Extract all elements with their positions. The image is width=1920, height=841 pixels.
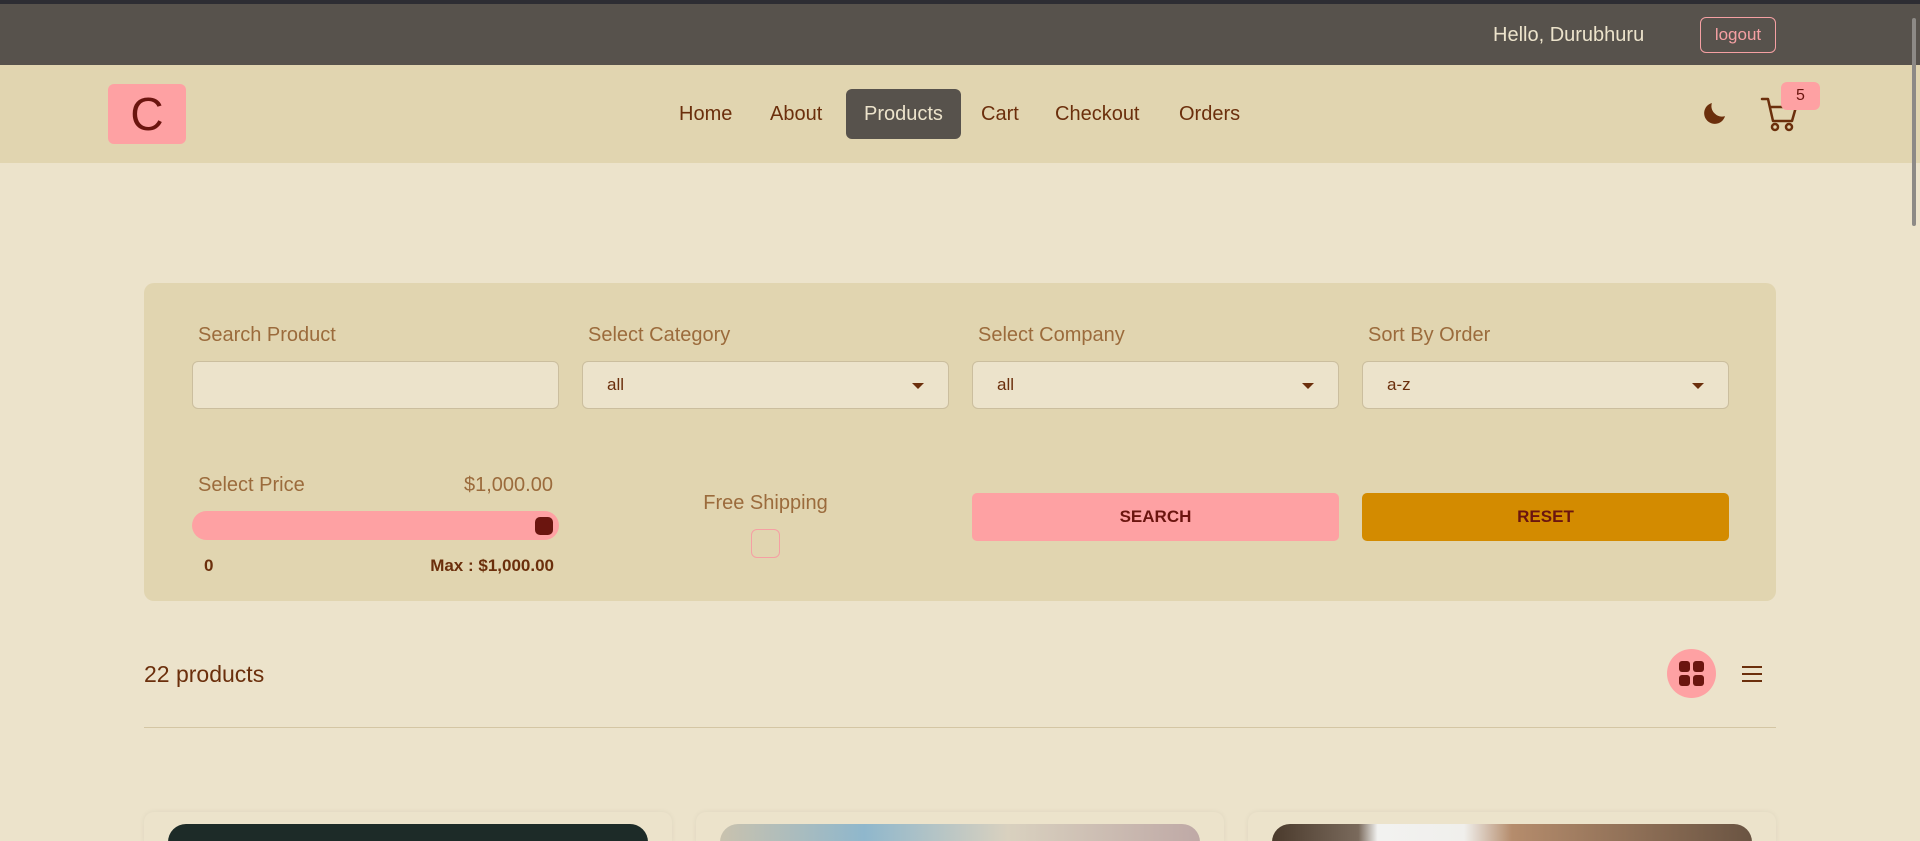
user-greeting: Hello, Durubhuru [1493, 24, 1645, 46]
category-select-value: all [607, 375, 625, 394]
product-image [168, 824, 648, 841]
price-range-thumb[interactable] [535, 517, 553, 535]
logout-button[interactable]: logout [1700, 17, 1776, 53]
search-product-label: Search Product [198, 324, 336, 346]
logo[interactable]: C [108, 84, 186, 144]
price-max-label: Max : $1,000.00 [430, 556, 554, 575]
navbar: C Home About Products Cart Checkout Orde… [0, 65, 1920, 163]
nav-orders[interactable]: Orders [1161, 89, 1258, 139]
product-card[interactable] [1248, 812, 1776, 841]
filters-form: Search Product Select Category all Selec… [144, 283, 1776, 601]
nav-checkout[interactable]: Checkout [1037, 89, 1158, 139]
chevron-down-icon [912, 383, 924, 389]
divider [144, 727, 1776, 728]
category-select[interactable]: all [582, 361, 949, 409]
product-card[interactable] [144, 812, 672, 841]
free-shipping-checkbox[interactable] [751, 529, 780, 558]
sort-select-value: a-z [1387, 375, 1411, 394]
company-label: Select Company [978, 324, 1125, 346]
product-image [720, 824, 1200, 841]
sort-select[interactable]: a-z [1362, 361, 1729, 409]
free-shipping-label: Free Shipping [703, 492, 828, 514]
company-select[interactable]: all [972, 361, 1339, 409]
reset-button[interactable]: RESET [1362, 493, 1729, 541]
category-label: Select Category [588, 324, 731, 346]
sort-label: Sort By Order [1368, 324, 1491, 346]
grid-view-button[interactable] [1667, 649, 1716, 698]
grid-icon [1679, 661, 1704, 686]
cart-count-badge: 5 [1781, 82, 1820, 110]
price-min-label: 0 [204, 556, 214, 575]
search-product-input[interactable] [192, 361, 559, 409]
scrollbar[interactable] [1912, 18, 1916, 226]
price-value: $1,000.00 [464, 474, 553, 496]
moon-icon[interactable] [1700, 98, 1730, 128]
products-count: 22 products [144, 661, 265, 687]
search-button[interactable]: SEARCH [972, 493, 1339, 541]
chevron-down-icon [1692, 383, 1704, 389]
product-card[interactable] [696, 812, 1224, 841]
company-select-value: all [997, 375, 1015, 394]
chevron-down-icon [1302, 383, 1314, 389]
product-image [1272, 824, 1752, 841]
nav-home[interactable]: Home [661, 89, 750, 139]
price-range-slider[interactable] [192, 511, 559, 540]
top-bar: Hello, Durubhuru logout [0, 4, 1920, 65]
nav-products[interactable]: Products [846, 89, 961, 139]
list-view-icon[interactable] [1738, 660, 1766, 688]
nav-cart[interactable]: Cart [963, 89, 1037, 139]
price-label: Select Price [198, 474, 305, 496]
nav-about[interactable]: About [752, 89, 840, 139]
